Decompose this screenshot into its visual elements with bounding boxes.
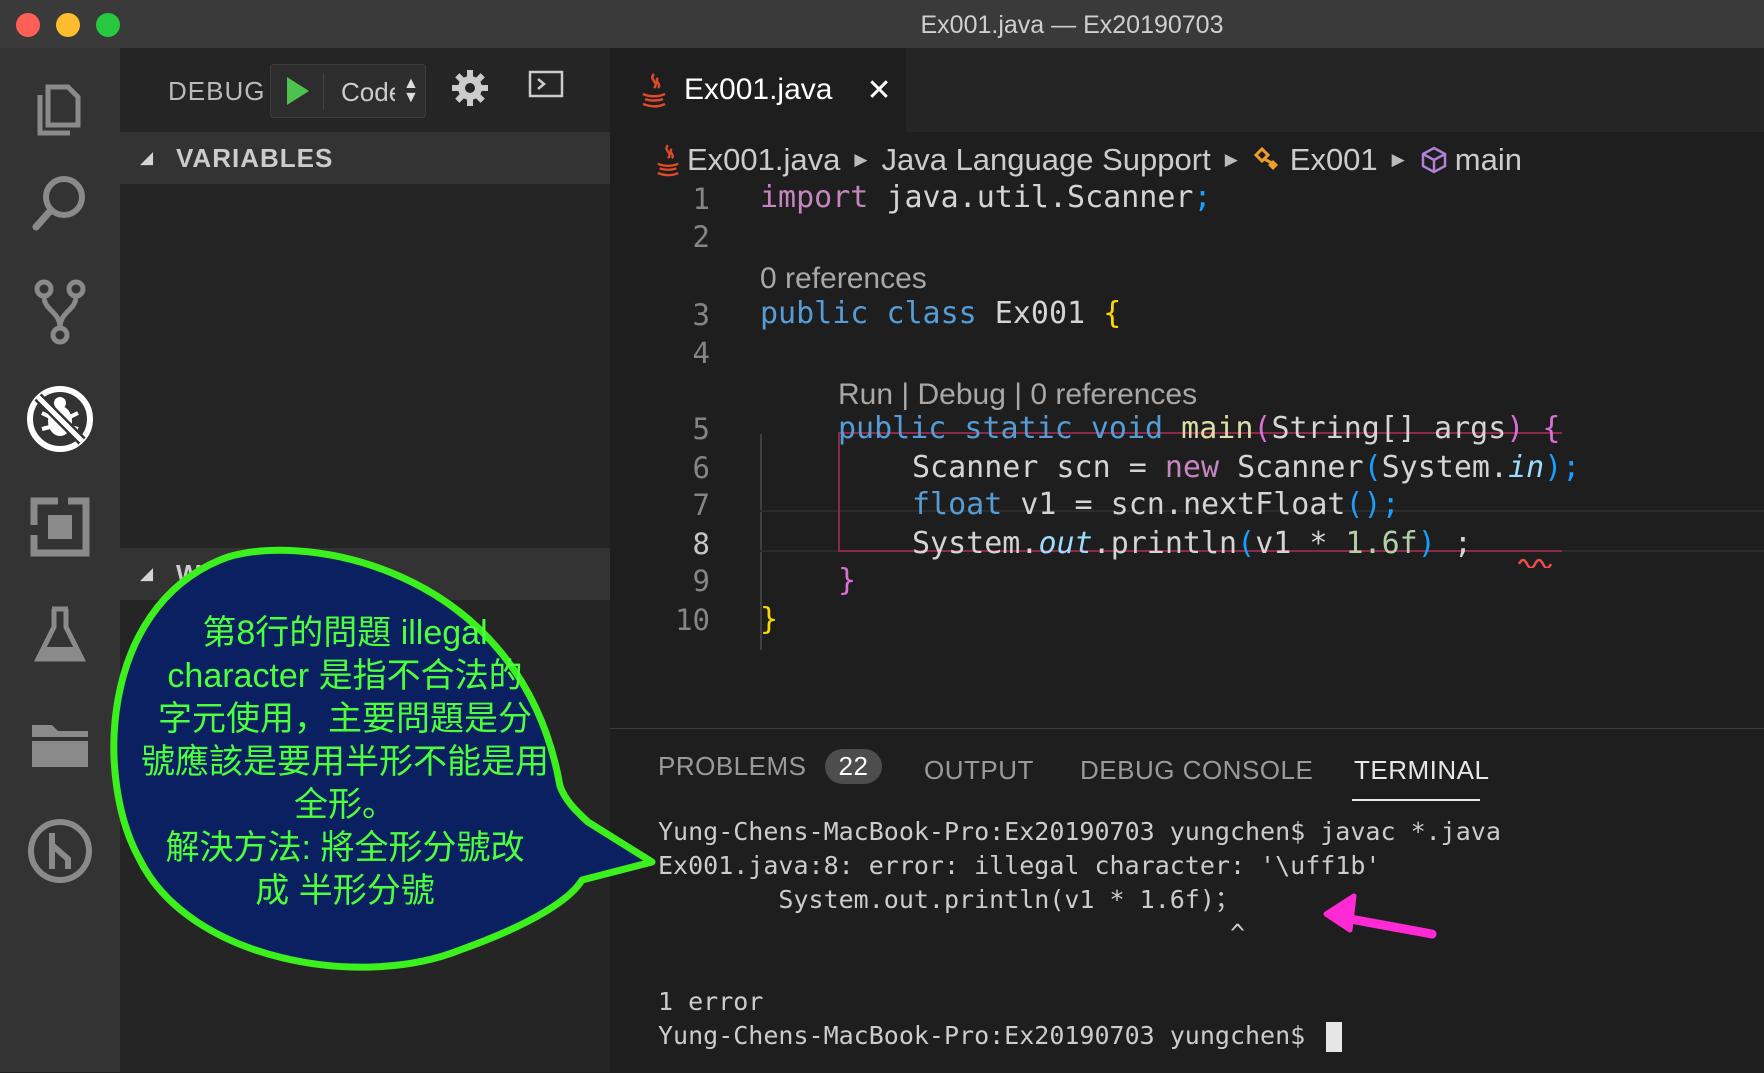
annotation-text: 第8行的問題 illegal character 是指不合法的 字元使用，主要問… <box>141 614 549 910</box>
magenta-arrow-icon <box>1323 893 1437 939</box>
